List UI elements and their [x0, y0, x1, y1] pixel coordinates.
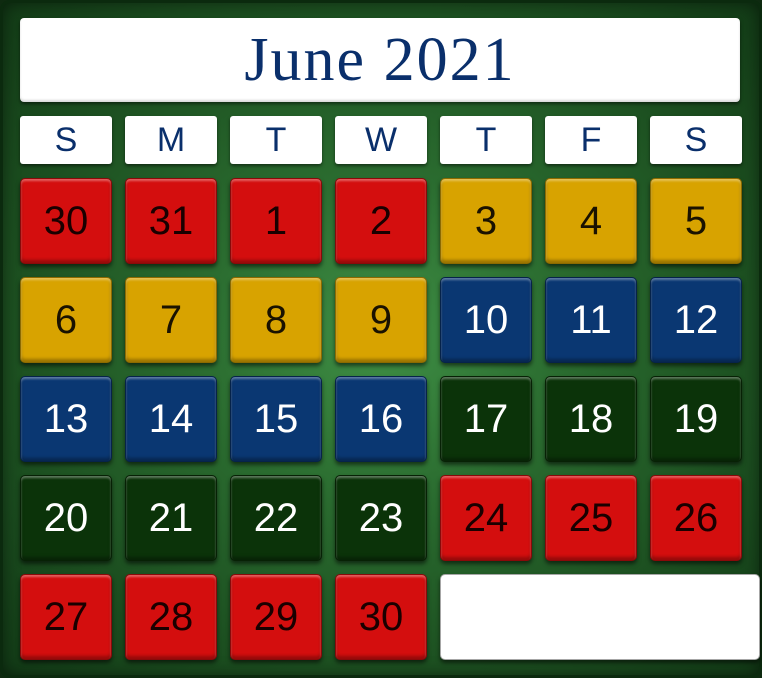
day-cell[interactable]: 26 — [650, 475, 742, 561]
day-cell[interactable]: 11 — [545, 277, 637, 363]
day-cell[interactable]: 8 — [230, 277, 322, 363]
weekday-thursday: T — [440, 116, 532, 164]
day-cell[interactable]: 30 — [335, 574, 427, 660]
day-cell[interactable]: 25 — [545, 475, 637, 561]
weekday-sunday: S — [20, 116, 112, 164]
weekday-saturday: S — [650, 116, 742, 164]
week-row-2: 6 7 8 9 10 11 12 — [20, 277, 742, 363]
day-cell[interactable]: 14 — [125, 376, 217, 462]
day-cell[interactable]: 16 — [335, 376, 427, 462]
week-row-4: 20 21 22 23 24 25 26 — [20, 475, 742, 561]
week-row-5: 27 28 29 30 — [20, 574, 760, 660]
day-cell[interactable]: 12 — [650, 277, 742, 363]
day-cell[interactable]: 27 — [20, 574, 112, 660]
week-row-1: 30 31 1 2 3 4 5 — [20, 178, 742, 264]
month-title: June 2021 — [244, 26, 516, 94]
weekday-header-row: S M T W T F S — [20, 116, 742, 164]
day-cell[interactable]: 9 — [335, 277, 427, 363]
day-cell[interactable]: 1 — [230, 178, 322, 264]
day-cell[interactable]: 24 — [440, 475, 532, 561]
week-row-3: 13 14 15 16 17 18 19 — [20, 376, 742, 462]
day-cell[interactable]: 23 — [335, 475, 427, 561]
day-cell[interactable]: 18 — [545, 376, 637, 462]
weekday-wednesday: W — [335, 116, 427, 164]
day-cell[interactable]: 29 — [230, 574, 322, 660]
weekday-monday: M — [125, 116, 217, 164]
day-cell[interactable]: 28 — [125, 574, 217, 660]
day-cell[interactable]: 4 — [545, 178, 637, 264]
day-cell[interactable]: 17 — [440, 376, 532, 462]
day-cell[interactable]: 10 — [440, 277, 532, 363]
day-cell[interactable]: 5 — [650, 178, 742, 264]
day-cell[interactable]: 13 — [20, 376, 112, 462]
day-cell[interactable]: 7 — [125, 277, 217, 363]
day-cell[interactable]: 21 — [125, 475, 217, 561]
day-cell[interactable]: 6 — [20, 277, 112, 363]
day-cell[interactable]: 20 — [20, 475, 112, 561]
weekday-tuesday: T — [230, 116, 322, 164]
weekday-friday: F — [545, 116, 637, 164]
day-cell[interactable]: 22 — [230, 475, 322, 561]
day-cell[interactable]: 15 — [230, 376, 322, 462]
calendar: June 2021 S M T W T F S 30 31 1 2 3 4 5 … — [0, 0, 762, 678]
month-title-box: June 2021 — [20, 18, 740, 102]
day-cell[interactable]: 3 — [440, 178, 532, 264]
day-cell[interactable]: 2 — [335, 178, 427, 264]
day-cell[interactable]: 30 — [20, 178, 112, 264]
day-cell[interactable]: 19 — [650, 376, 742, 462]
day-cell[interactable]: 31 — [125, 178, 217, 264]
empty-notes-box — [440, 574, 760, 660]
